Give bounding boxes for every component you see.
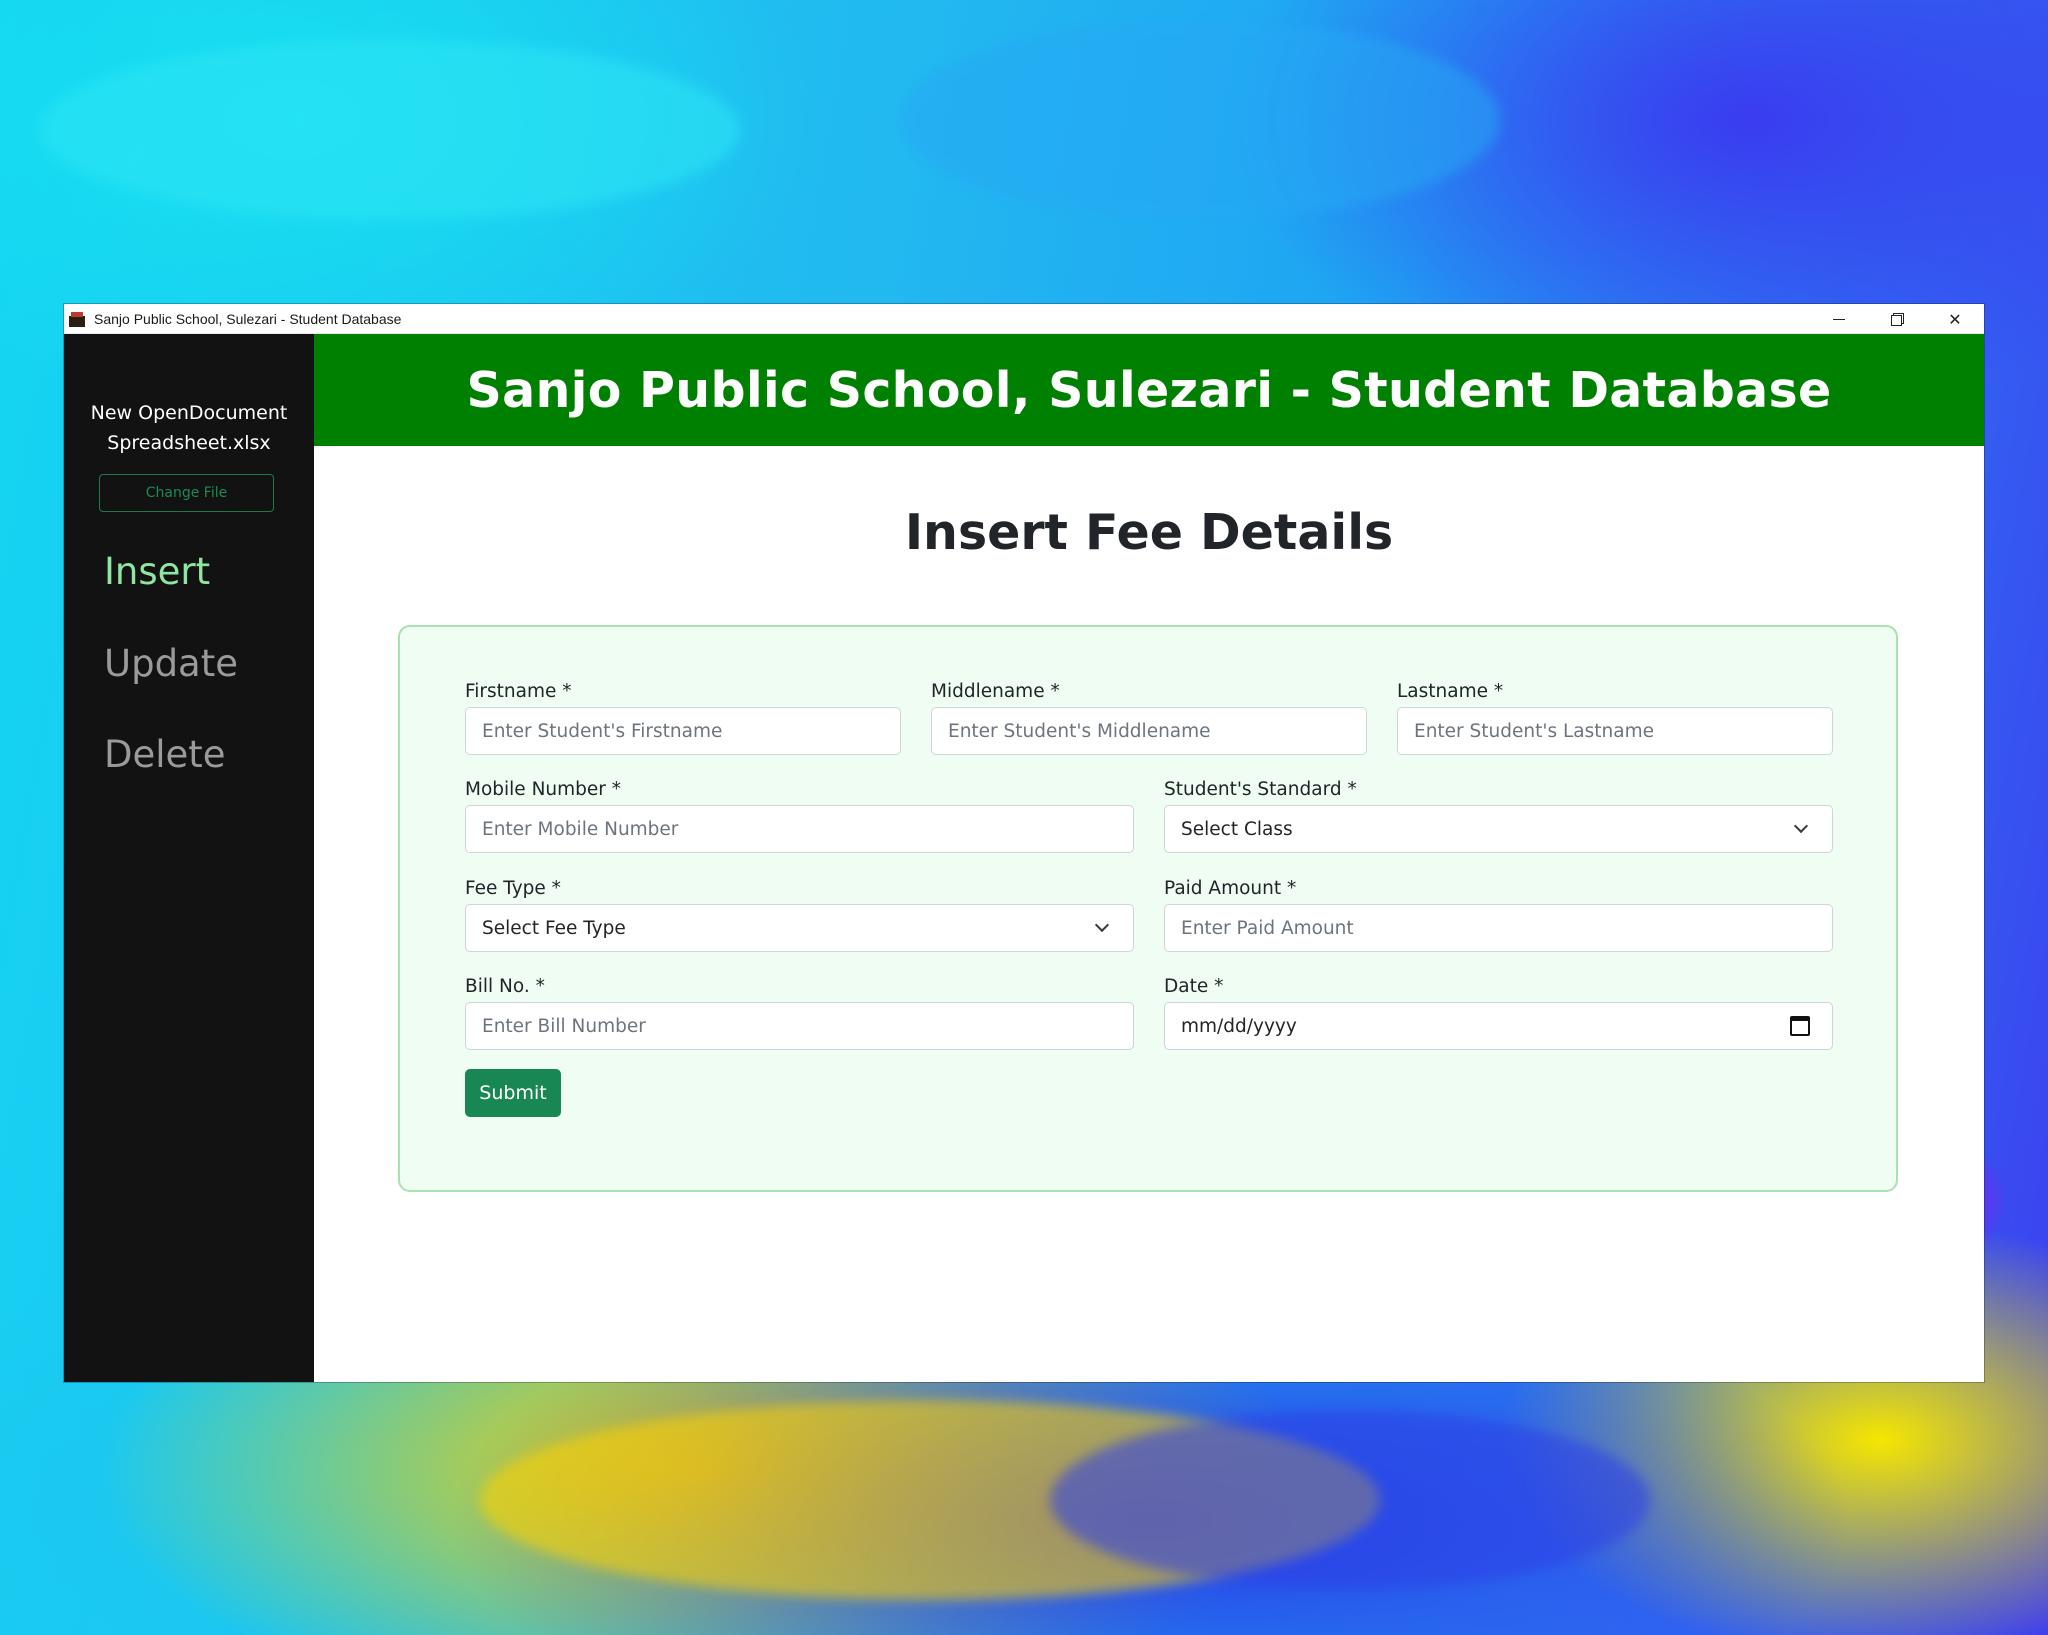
change-file-button[interactable]: Change File (99, 474, 274, 512)
fee-type-select[interactable]: Select Fee Type (465, 904, 1134, 952)
sidebar-item-delete[interactable]: Delete (104, 733, 226, 776)
paid-amount-field: Paid Amount * Enter Paid Amount (1164, 874, 1833, 952)
window-controls: ✕ (1810, 304, 1984, 334)
fee-type-field: Fee Type * Select Fee Type (465, 874, 1134, 952)
firstname-field: Firstname * Enter Student's Firstname (465, 677, 901, 755)
bill-no-input[interactable]: Enter Bill Number (465, 1002, 1134, 1050)
fee-type-label: Fee Type * (465, 878, 561, 899)
middlename-placeholder: Enter Student's Middlename (948, 720, 1211, 742)
wallpaper-stroke (40, 40, 740, 220)
submit-button[interactable]: Submit (465, 1069, 561, 1117)
standard-select[interactable]: Select Class (1164, 805, 1833, 853)
app-header: Sanjo Public School, Sulezari - Student … (314, 334, 1984, 446)
firstname-label: Firstname * (465, 681, 572, 702)
standard-field: Student's Standard * Select Class (1164, 775, 1833, 853)
app-window: Sanjo Public School, Sulezari - Student … (64, 304, 1984, 1382)
date-input[interactable]: mm/dd/yyyy (1164, 1002, 1833, 1050)
app-body: New OpenDocument Spreadsheet.xlsx Change… (64, 334, 1984, 1382)
file-name-line-2: Spreadsheet.xlsx (107, 432, 271, 454)
calendar-icon[interactable] (1790, 1016, 1810, 1036)
current-file-name: New OpenDocument Spreadsheet.xlsx (64, 398, 314, 458)
paid-amount-label: Paid Amount * (1164, 878, 1297, 899)
minimize-icon (1833, 318, 1845, 320)
wallpaper-stroke (1050, 1410, 1650, 1590)
page-title: Insert Fee Details (904, 504, 1394, 561)
mobile-field: Mobile Number * Enter Mobile Number (465, 775, 1134, 853)
middlename-field: Middlename * Enter Student's Middlename (931, 677, 1367, 755)
restore-icon (1891, 313, 1904, 326)
restore-button[interactable] (1868, 304, 1926, 334)
chevron-down-icon (1094, 917, 1110, 933)
middlename-input[interactable]: Enter Student's Middlename (931, 707, 1367, 755)
mobile-input[interactable]: Enter Mobile Number (465, 805, 1134, 853)
standard-label: Student's Standard * (1164, 779, 1357, 800)
mobile-label: Mobile Number * (465, 779, 622, 800)
paid-amount-input[interactable]: Enter Paid Amount (1164, 904, 1833, 952)
lastname-input[interactable]: Enter Student's Lastname (1397, 707, 1833, 755)
lastname-placeholder: Enter Student's Lastname (1414, 720, 1654, 742)
close-icon: ✕ (1948, 309, 1962, 329)
wallpaper-stroke (900, 20, 1500, 220)
chevron-down-icon (1793, 818, 1809, 834)
bill-no-placeholder: Enter Bill Number (482, 1015, 646, 1037)
lastname-field: Lastname * Enter Student's Lastname (1397, 677, 1833, 755)
mobile-placeholder: Enter Mobile Number (482, 818, 679, 840)
title-bar[interactable]: Sanjo Public School, Sulezari - Student … (64, 304, 1984, 334)
close-button[interactable]: ✕ (1926, 304, 1984, 334)
file-name-line-1: New OpenDocument (90, 402, 288, 424)
standard-selected: Select Class (1181, 818, 1293, 840)
app-icon (68, 311, 86, 327)
app-header-title: Sanjo Public School, Sulezari - Student … (466, 361, 1832, 419)
window-title: Sanjo Public School, Sulezari - Student … (94, 310, 402, 327)
lastname-label: Lastname * (1397, 681, 1504, 702)
bill-no-field: Bill No. * Enter Bill Number (465, 972, 1134, 1050)
minimize-button[interactable] (1810, 304, 1868, 334)
firstname-input[interactable]: Enter Student's Firstname (465, 707, 901, 755)
date-label: Date * (1164, 976, 1224, 997)
middlename-label: Middlename * (931, 681, 1060, 702)
paid-amount-placeholder: Enter Paid Amount (1181, 917, 1354, 939)
sidebar-item-update[interactable]: Update (104, 642, 238, 685)
sidebar-item-insert[interactable]: Insert (104, 550, 210, 593)
fee-details-form: Firstname * Enter Student's Firstname Mi… (398, 625, 1898, 1192)
bill-no-label: Bill No. * (465, 976, 545, 997)
main-content: Sanjo Public School, Sulezari - Student … (314, 334, 1984, 1382)
date-field: Date * mm/dd/yyyy (1164, 972, 1833, 1050)
fee-type-selected: Select Fee Type (482, 917, 626, 939)
sidebar: New OpenDocument Spreadsheet.xlsx Change… (64, 334, 314, 1382)
firstname-placeholder: Enter Student's Firstname (482, 720, 723, 742)
date-placeholder: mm/dd/yyyy (1181, 1015, 1297, 1037)
